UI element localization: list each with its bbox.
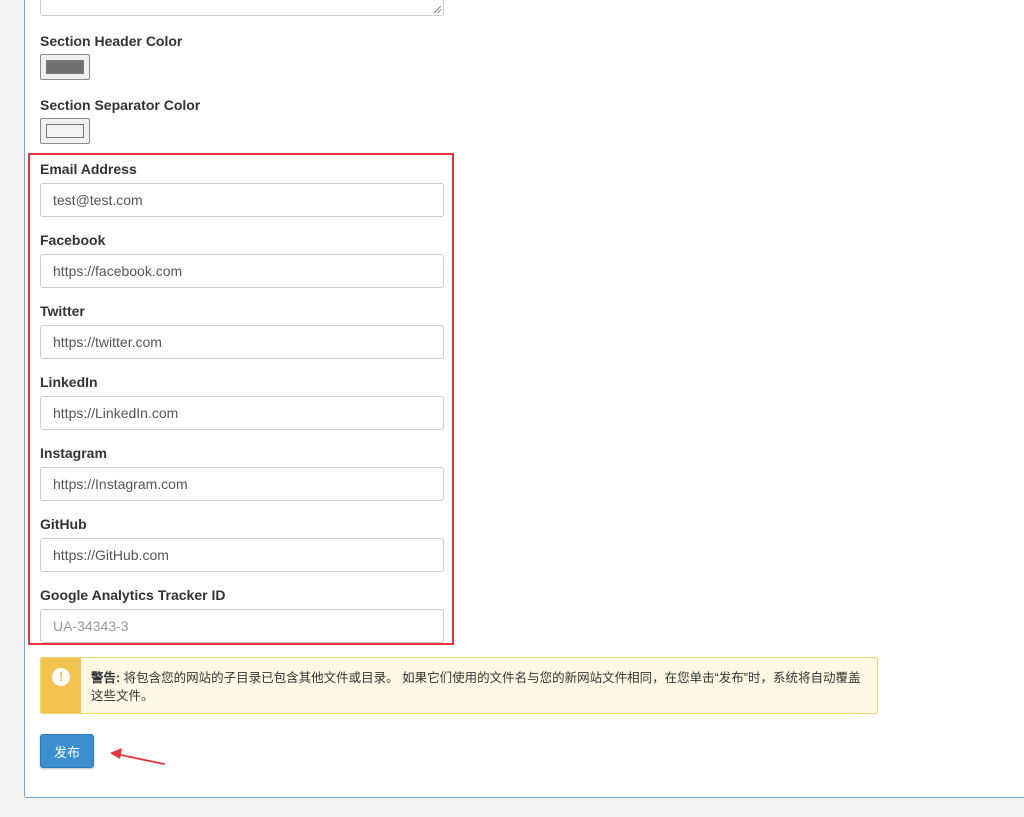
- twitter-field[interactable]: [40, 325, 444, 359]
- publish-button[interactable]: 发布: [40, 734, 94, 768]
- github-label: GitHub: [40, 516, 87, 532]
- alert-prefix: 警告:: [91, 671, 121, 685]
- facebook-label: Facebook: [40, 232, 106, 248]
- arrow-annotation-icon: [110, 748, 165, 765]
- warning-alert: ! 警告: 将包含您的网站的子目录已包含其他文件或目录。 如果它们使用的文件名与…: [40, 657, 878, 714]
- section-separator-color-swatch: [46, 124, 84, 138]
- section-separator-color-label: Section Separator Color: [40, 97, 201, 113]
- alert-icon-column: !: [41, 658, 81, 713]
- facebook-field[interactable]: [40, 254, 444, 288]
- google-analytics-label: Google Analytics Tracker ID: [40, 587, 226, 603]
- alert-message: 警告: 将包含您的网站的子目录已包含其他文件或目录。 如果它们使用的文件名与您的…: [91, 669, 871, 705]
- exclamation-icon: !: [52, 668, 70, 686]
- linkedin-field[interactable]: [40, 396, 444, 430]
- google-analytics-field[interactable]: [40, 609, 444, 643]
- resize-grip-icon[interactable]: [434, 6, 441, 13]
- github-field[interactable]: [40, 538, 444, 572]
- section-header-color-label: Section Header Color: [40, 33, 183, 49]
- section-separator-color-picker[interactable]: [40, 118, 90, 144]
- email-field[interactable]: [40, 183, 444, 217]
- alert-body: 将包含您的网站的子目录已包含其他文件或目录。 如果它们使用的文件名与您的新网站文…: [91, 671, 861, 703]
- twitter-label: Twitter: [40, 303, 85, 319]
- instagram-label: Instagram: [40, 445, 107, 461]
- email-label: Email Address: [40, 161, 137, 177]
- instagram-field[interactable]: [40, 467, 444, 501]
- linkedin-label: LinkedIn: [40, 374, 98, 390]
- textarea-field[interactable]: [40, 0, 444, 16]
- section-header-color-swatch: [46, 60, 84, 74]
- section-header-color-picker[interactable]: [40, 54, 90, 80]
